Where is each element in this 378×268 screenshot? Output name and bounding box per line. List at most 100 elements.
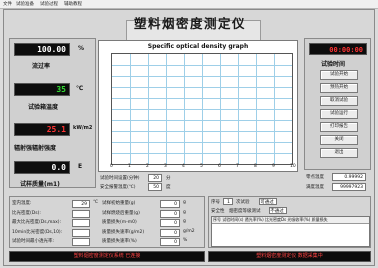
print-report-button[interactable]: 打印报告 bbox=[320, 122, 358, 132]
flow-display: 100.00 bbox=[14, 43, 70, 56]
result-value bbox=[72, 238, 90, 246]
chart-gridline-h bbox=[112, 65, 292, 66]
chart-x-tick: 8 bbox=[254, 164, 257, 169]
timer-display: 00:00:00 bbox=[309, 43, 367, 55]
flow-unit: % bbox=[78, 45, 85, 52]
mass-unit: % bbox=[183, 238, 188, 243]
temperature-unit: ℃ bbox=[76, 85, 84, 92]
temperature-value: 35 bbox=[56, 85, 66, 94]
chart-x-tick: 7 bbox=[236, 164, 239, 169]
status-left: 塑料烟密度测定仪系统 已连接 bbox=[9, 251, 205, 262]
pass-select[interactable]: 可通过 bbox=[259, 198, 277, 205]
chart-x-tick: 6 bbox=[218, 164, 221, 169]
flow-label: 流过率 bbox=[32, 63, 51, 70]
chart-x-tick: 2 bbox=[146, 164, 149, 169]
alarm-temp-label: 安全报警温度(℃) bbox=[100, 185, 136, 190]
records-table-header: 序号 试验时间(s) 透光率(%) 比光密度Ds 光吸收率(%) 质量损失 bbox=[212, 217, 369, 224]
menu-test-prep[interactable]: 试验准备 bbox=[16, 1, 34, 7]
records-table[interactable]: 序号 试验时间(s) 透光率(%) 比光密度Ds 光吸收率(%) 质量损失 bbox=[211, 216, 370, 247]
density-display: 0.0 bbox=[14, 161, 70, 174]
result-value: 29 bbox=[72, 200, 90, 208]
chart-x-axis: 0 1 2 3 4 5 6 7 8 9 10 bbox=[110, 164, 296, 172]
menu-tutorial[interactable]: 辅助教程 bbox=[64, 1, 82, 7]
mass-label: 质量损失速率(g/m2) bbox=[102, 229, 145, 235]
zero-label: 零点温度 bbox=[306, 175, 324, 180]
chart-x-tick: 9 bbox=[272, 164, 275, 169]
seq-label: 序号 bbox=[211, 200, 220, 205]
records-panel: 序号 1 次试验 可通过 安全性 烟密度等级测试 不通过 序号 试验时间(s) … bbox=[208, 196, 371, 248]
chart-gridline-h bbox=[112, 87, 292, 88]
chart-gridline-h bbox=[112, 153, 292, 154]
seq-select[interactable]: 1 bbox=[223, 198, 233, 205]
mass-value[interactable]: 0 bbox=[160, 228, 180, 237]
chart-gridline-h bbox=[112, 120, 292, 121]
radiant-value: 25.1 bbox=[46, 125, 66, 134]
readings-panel: 100.00 % 流过率 35 ℃ 试验箱温度 25.1 kW/m2 辐射强辐射… bbox=[9, 38, 96, 188]
chart-gridline-h bbox=[112, 76, 292, 77]
chart-x-tick: 0 bbox=[110, 164, 113, 169]
calibration-info: 零点温度 0.99992 满度温度 99997923 bbox=[304, 172, 371, 194]
density-label: 试样质量(m1) bbox=[20, 181, 60, 188]
test-time-unit: 分 bbox=[166, 176, 171, 181]
main-window: 塑料烟密度测定仪 100.00 % 流过率 35 ℃ 试验箱温度 25.1 kW… bbox=[3, 9, 375, 266]
status-right: 塑料烟密度测定仪 数据采集中 bbox=[208, 251, 371, 262]
menu-bar: 文件 试验准备 试验过程 辅助教程 bbox=[0, 0, 378, 9]
flow-value: 100.00 bbox=[37, 45, 66, 54]
mass-unit: g bbox=[183, 219, 186, 224]
control-panel: 00:00:00 试验时间 试验开始预热开始取消试验试验运行打印报告关闭退出 bbox=[304, 38, 371, 170]
test-count-label: 次试验 bbox=[236, 200, 250, 205]
result-label: 室内温度: bbox=[12, 201, 32, 206]
alarm-temp-unit: 度 bbox=[166, 185, 171, 190]
span-value: 99997923 bbox=[332, 183, 366, 191]
test-time-input[interactable]: 20 bbox=[148, 174, 162, 182]
chart-gridline-h bbox=[112, 142, 292, 143]
chart-x-tick: 5 bbox=[200, 164, 203, 169]
result-value bbox=[72, 228, 90, 237]
settings-row: 试验时间设置(分钟) 20 分 安全报警温度(℃) 50 度 bbox=[98, 173, 298, 191]
mass-value[interactable]: 0 bbox=[160, 219, 180, 227]
window-title: 塑料烟密度测定仪 bbox=[133, 16, 246, 31]
mass-label: 质量损失速率(%) bbox=[102, 239, 137, 244]
result-label: 比光密度(Ds): bbox=[12, 210, 41, 216]
results-panel: 室内温度: 29 ℃ 试样初始重量(g) 0 g 比光密度(Ds): 试样燃烧后重量(g) 0 g… bbox=[9, 196, 205, 248]
exit-button[interactable]: 退出 bbox=[320, 148, 358, 158]
menu-file[interactable]: 文件 bbox=[3, 1, 12, 7]
chart-gridline-h bbox=[112, 98, 292, 99]
mass-label: 试样初始重量(g) bbox=[102, 201, 136, 206]
mass-value[interactable]: 0 bbox=[160, 209, 180, 218]
density-chart: Specific optical density graph 0 1 2 3 4 5 6 7 8… bbox=[98, 40, 298, 172]
chart-title: Specific optical density graph bbox=[147, 43, 249, 50]
temperature-label: 试验箱温度 bbox=[28, 104, 59, 111]
run-test-button[interactable]: 试验运行 bbox=[320, 109, 358, 119]
alarm-temp-input[interactable]: 50 bbox=[148, 183, 162, 191]
mass-unit: g/m2 bbox=[183, 228, 195, 234]
result-value bbox=[72, 219, 90, 227]
mass-unit: g bbox=[183, 209, 186, 215]
mass-label: 质量损失(m-m0) bbox=[102, 220, 137, 225]
result-value bbox=[72, 209, 90, 218]
start-test-button[interactable]: 试验开始 bbox=[320, 70, 358, 80]
result-label: 试验时间最小透光率: bbox=[12, 239, 55, 244]
cancel-test-button[interactable]: 取消试验 bbox=[320, 96, 358, 106]
chart-gridline-h bbox=[112, 131, 292, 132]
zero-value: 0.99992 bbox=[332, 173, 366, 181]
menu-test-process[interactable]: 试验过程 bbox=[40, 1, 58, 7]
chart-x-tick: 1 bbox=[128, 164, 131, 169]
chart-x-tick: 10 bbox=[290, 164, 296, 169]
smoke-grade-label: 烟密度等级测试 bbox=[229, 209, 261, 214]
result-label: 最大比光密度(Ds,max): bbox=[12, 220, 62, 225]
fail-select[interactable]: 不通过 bbox=[269, 207, 287, 214]
chart-x-tick: 4 bbox=[182, 164, 185, 169]
close-button[interactable]: 关闭 bbox=[320, 135, 358, 145]
mass-value[interactable]: 0 bbox=[160, 238, 180, 246]
test-time-label: 试验时间设置(分钟) bbox=[100, 176, 140, 181]
result-label: 10min比光密度(Ds,10): bbox=[12, 229, 63, 235]
preheat-button[interactable]: 预热开始 bbox=[320, 83, 358, 93]
result-unit: ℃ bbox=[93, 200, 99, 205]
safety-label: 安全性 bbox=[211, 209, 225, 214]
timer-label: 试验时间 bbox=[321, 61, 346, 68]
mass-value[interactable]: 0 bbox=[160, 200, 180, 208]
temperature-display: 35 bbox=[14, 83, 70, 96]
chart-gridline-h bbox=[112, 109, 292, 110]
radiant-display: 25.1 bbox=[14, 123, 70, 136]
